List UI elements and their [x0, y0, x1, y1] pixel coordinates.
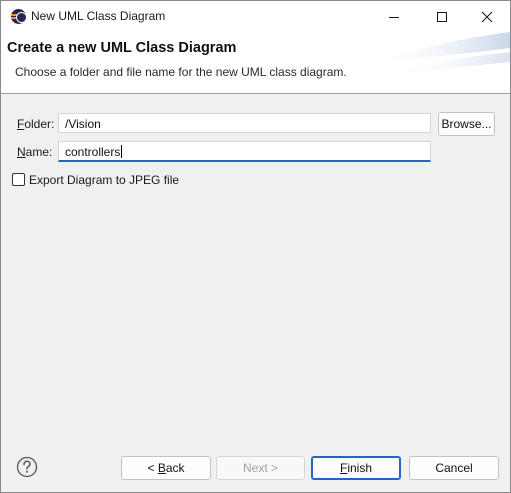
name-input[interactable]: controllers — [58, 141, 431, 162]
finish-label: inish — [347, 461, 373, 475]
page-title: Create a new UML Class Diagram — [7, 40, 237, 56]
close-button[interactable] — [464, 1, 510, 32]
minimize-button[interactable] — [371, 1, 417, 32]
window-title: New UML Class Diagram — [31, 9, 166, 23]
dialog-window: New UML Class Diagram Create a new UML C… — [0, 0, 511, 493]
close-icon — [481, 11, 493, 22]
finish-button[interactable]: Finish — [311, 456, 401, 480]
finish-mnemonic: F — [339, 461, 348, 475]
folder-input[interactable]: /Vision — [58, 113, 431, 133]
eclipse-icon — [11, 9, 26, 24]
back-mnemonic: B — [157, 461, 166, 475]
title-bar[interactable]: New UML Class Diagram — [1, 1, 510, 32]
back-prefix: < — [147, 461, 158, 475]
name-value: controllers — [65, 145, 121, 159]
minimize-icon — [389, 16, 399, 18]
maximize-icon — [437, 11, 447, 22]
name-label: Name: — [17, 145, 52, 159]
maximize-button[interactable] — [419, 1, 465, 32]
export-jpeg-label[interactable]: Export Diagram to JPEG file — [29, 173, 179, 187]
export-jpeg-checkbox[interactable] — [12, 173, 25, 186]
folder-label-text: older: — [24, 117, 55, 131]
back-label: ack — [165, 461, 185, 475]
name-label-text: ame: — [25, 145, 53, 159]
cancel-button[interactable]: Cancel — [409, 456, 499, 480]
help-icon[interactable] — [16, 456, 38, 478]
next-button[interactable]: Next > — [216, 456, 305, 480]
header-banner-graphic — [370, 32, 510, 74]
text-caret — [121, 145, 123, 158]
wizard-header: Create a new UML Class Diagram Choose a … — [1, 32, 510, 94]
browse-button[interactable]: Browse... — [438, 112, 495, 136]
folder-value: /Vision — [65, 117, 101, 131]
back-button[interactable]: < Back — [121, 456, 211, 480]
name-label-mnemonic: N — [17, 145, 26, 159]
folder-label: Folder: — [17, 117, 54, 131]
page-description: Choose a folder and file name for the ne… — [15, 65, 347, 79]
